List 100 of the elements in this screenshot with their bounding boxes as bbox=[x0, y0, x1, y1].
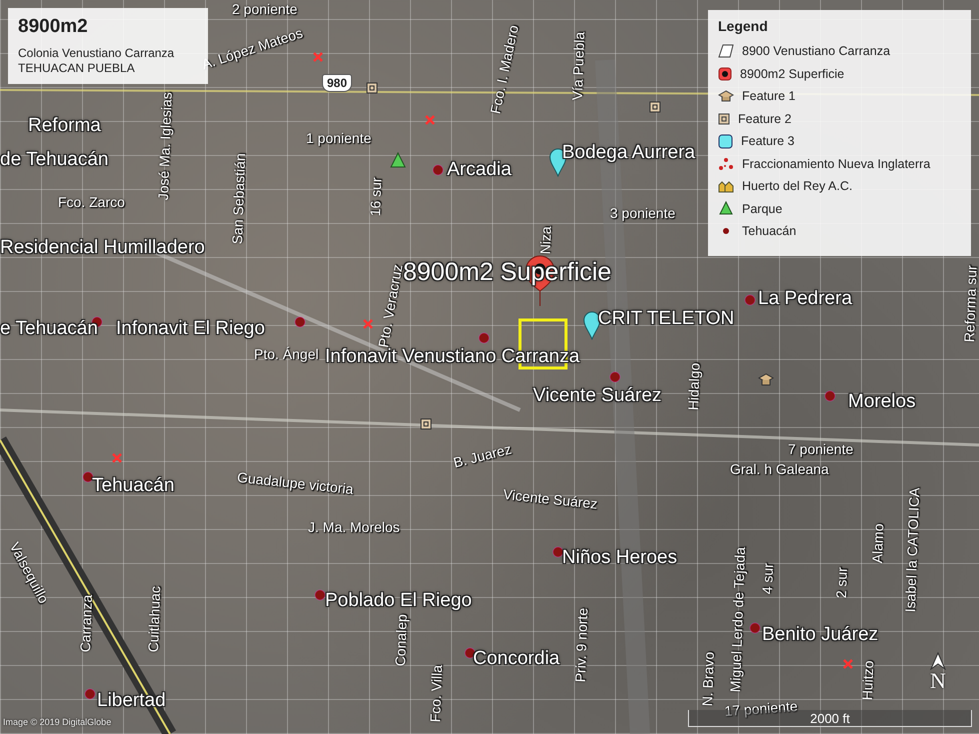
placemark-dot-icon[interactable] bbox=[744, 294, 756, 306]
street-label: Fco. Zarco bbox=[58, 195, 125, 210]
street-label: A. López Mateos bbox=[200, 26, 305, 72]
place-label[interactable]: Arcadia bbox=[447, 160, 512, 180]
street-label: San Sebastián bbox=[230, 152, 248, 245]
place-label[interactable]: Bodega Aurrera bbox=[562, 143, 696, 163]
placemark-dot-icon[interactable] bbox=[82, 471, 94, 483]
place-label[interactable]: e Tehuacán bbox=[0, 319, 98, 339]
legend-label: Feature 2 bbox=[738, 112, 792, 126]
place-label[interactable]: Tehuacán bbox=[92, 476, 174, 496]
place-label[interactable]: de Tehuacán bbox=[0, 150, 108, 170]
street-label: Miguel Lerdo de Tejada bbox=[728, 546, 748, 693]
legend-label: Feature 3 bbox=[741, 134, 795, 148]
legend-label: Fraccionamiento Nueva Inglaterra bbox=[742, 156, 930, 171]
placemark-dot-icon[interactable] bbox=[749, 622, 761, 634]
legend-label: 8900 Venustiano Carranza bbox=[742, 44, 890, 58]
street-label: Guadalupe victoria bbox=[236, 470, 354, 498]
polygon-icon bbox=[718, 44, 734, 58]
graduation-cap-marker-icon[interactable] bbox=[758, 373, 774, 387]
place-label[interactable]: La Pedrera bbox=[758, 289, 852, 309]
pin-icon bbox=[718, 66, 732, 81]
street-label: Carranza bbox=[78, 594, 95, 653]
street-label: Isabel la CATOLICA bbox=[903, 487, 922, 613]
street-label: Gral. h Galeana bbox=[730, 462, 829, 477]
street-label: Reforma sur bbox=[962, 265, 979, 343]
place-label[interactable]: Benito Juárez bbox=[762, 625, 878, 645]
placemark-dot-icon[interactable] bbox=[294, 316, 306, 328]
place-label[interactable]: Residencial Humilladero bbox=[0, 238, 205, 258]
legend-label: Huerto del Rey A.C. bbox=[742, 179, 852, 194]
title: 8900m2 bbox=[18, 16, 89, 38]
street-label: Pto. Ángel bbox=[254, 347, 319, 362]
north-label: N bbox=[930, 670, 946, 692]
placemark-dot-icon[interactable] bbox=[824, 390, 836, 402]
place-label[interactable]: Poblado El Riego bbox=[325, 591, 472, 611]
street-label: Conalep bbox=[393, 614, 410, 667]
street-label: Fco. Villa bbox=[428, 664, 445, 723]
street-label: 1 poniente bbox=[306, 131, 372, 146]
place-label[interactable]: Vicente Suárez bbox=[533, 386, 662, 406]
street-label: 2 poniente bbox=[232, 2, 298, 17]
street-label: Alamo bbox=[870, 523, 886, 564]
square-marker-icon[interactable] bbox=[366, 82, 378, 94]
street-label: José Ma. Iglesias bbox=[156, 92, 175, 201]
placemark-dot-icon[interactable] bbox=[84, 688, 96, 700]
place-label[interactable]: Concordia bbox=[473, 649, 560, 669]
street-label: Vía Puebla bbox=[570, 32, 588, 101]
highway-shield: 980 bbox=[322, 74, 352, 92]
street-label: 7 poniente bbox=[788, 442, 854, 457]
dots-icon bbox=[718, 156, 734, 171]
square-icon bbox=[718, 134, 733, 149]
street-label: Huitzo bbox=[860, 660, 876, 701]
street-label: Cuitlahuac bbox=[146, 586, 164, 653]
legend-label: Tehuacán bbox=[742, 224, 796, 238]
x-marker-icon[interactable] bbox=[312, 51, 324, 63]
square-marker-icon[interactable] bbox=[649, 101, 661, 113]
subtitle: TEHUACAN PUEBLA bbox=[18, 61, 136, 76]
placemark-dot-icon[interactable] bbox=[478, 332, 490, 344]
street-label: 3 poniente bbox=[610, 206, 676, 221]
street-label: Priv. 9 norte bbox=[573, 608, 591, 683]
x-marker-icon[interactable] bbox=[842, 658, 854, 670]
placemark-dot-icon[interactable] bbox=[314, 589, 326, 601]
legend-label: Parque bbox=[742, 202, 782, 216]
street-label: 4 sur bbox=[760, 562, 776, 595]
attribution: Image © 2019 DigitalGlobe bbox=[3, 717, 112, 727]
street-label: 2 sur bbox=[834, 566, 850, 599]
place-label[interactable]: Morelos bbox=[848, 392, 916, 412]
x-marker-icon[interactable] bbox=[424, 114, 436, 126]
buildings-icon bbox=[718, 180, 734, 193]
street-label: 16 sur bbox=[368, 177, 384, 217]
place-label[interactable]: Reforma bbox=[28, 116, 101, 136]
place-label[interactable]: Infonavit El Riego bbox=[116, 319, 265, 339]
placemark-dot-icon[interactable] bbox=[432, 164, 444, 176]
subtitle: Colonia Venustiano Carranza bbox=[18, 46, 176, 61]
legend-title: Legend bbox=[718, 18, 769, 34]
placemark-dot-icon[interactable] bbox=[464, 647, 476, 659]
teardrop-pin-icon[interactable] bbox=[583, 310, 601, 340]
street-label: Fco. I. Madero bbox=[488, 24, 522, 116]
street-label: Niza bbox=[538, 226, 554, 255]
compass[interactable]: N bbox=[930, 652, 946, 692]
street-label: Vicente Suárez bbox=[502, 487, 598, 512]
tree-marker-icon[interactable] bbox=[390, 152, 406, 168]
street-label: 17 poniente bbox=[724, 698, 798, 719]
graduation-cap-icon bbox=[718, 90, 734, 103]
place-label[interactable]: Niños Heroes bbox=[562, 548, 678, 568]
street-label: Pto. Veracruz bbox=[376, 263, 406, 349]
street-label: Hidalgo bbox=[686, 362, 703, 411]
square-icon bbox=[718, 112, 730, 125]
square-marker-icon[interactable] bbox=[420, 418, 432, 430]
legend-label: 8900m2 Superficie bbox=[740, 66, 844, 81]
x-marker-icon[interactable] bbox=[111, 452, 123, 464]
street-label: J. Ma. Morelos bbox=[308, 520, 400, 535]
legend-label: Feature 1 bbox=[742, 89, 796, 104]
x-marker-icon[interactable] bbox=[362, 318, 374, 330]
satellite-map[interactable] bbox=[0, 0, 979, 734]
street-label: N. Bravo bbox=[700, 652, 717, 707]
street-label: B. Juarez bbox=[452, 442, 514, 471]
north-arrow-icon bbox=[930, 652, 946, 670]
placemark-dot-icon[interactable] bbox=[552, 546, 564, 558]
place-label[interactable]: CRIT TELETON bbox=[598, 309, 734, 329]
tree-icon bbox=[718, 201, 734, 216]
placemark-dot-icon[interactable] bbox=[609, 371, 621, 383]
